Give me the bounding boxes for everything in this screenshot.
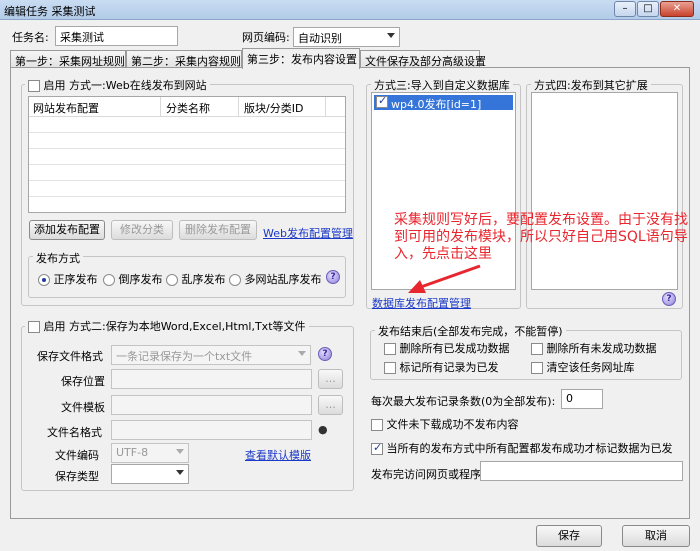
- encoding-select[interactable]: 自动识别: [293, 27, 400, 47]
- tab-file-advanced[interactable]: 文件保存及部分高级设置: [360, 50, 486, 68]
- info-icon[interactable]: ●: [318, 423, 328, 436]
- mode-multi-site-random[interactable]: 多网站乱序发布: [229, 271, 322, 287]
- table-row: [29, 181, 345, 197]
- mark-published-checkbox[interactable]: [384, 362, 396, 374]
- close-button[interactable]: ✕: [660, 1, 694, 17]
- after-visit-label: 发布完访问网页或程序: [371, 468, 481, 481]
- delete-success-checkbox[interactable]: [384, 343, 396, 355]
- edit-category-button[interactable]: 修改分类: [111, 220, 173, 240]
- chevron-down-icon: [176, 449, 184, 454]
- method2-title: 方式二:保存为本地Word,Excel,Html,Txt等文件: [69, 320, 306, 333]
- file-format-value: 一条记录保存为一个txt文件: [116, 350, 253, 363]
- encoding-value: 自动识别: [298, 32, 342, 45]
- chevron-down-icon: [387, 33, 395, 38]
- wp-publish-item-label: wp4.0发布[id=1]: [391, 98, 482, 111]
- option-delete-success[interactable]: 删除所有已发成功数据: [384, 340, 510, 356]
- delete-publish-config-button[interactable]: 删除发布配置: [179, 220, 257, 240]
- method4-title: 方式四:发布到其它扩展: [531, 77, 651, 93]
- browse-location-button[interactable]: ...: [318, 369, 343, 389]
- help-icon[interactable]: ?: [662, 292, 676, 306]
- list-item[interactable]: wp4.0发布[id=1]: [374, 94, 513, 111]
- chevron-down-icon: [298, 351, 306, 356]
- file-encoding-value: UTF-8: [116, 446, 149, 459]
- mode-reverse[interactable]: 倒序发布: [103, 271, 163, 287]
- browse-template-button[interactable]: ...: [318, 395, 343, 415]
- task-name-label: 任务名:: [12, 31, 49, 44]
- save-location-label: 保存位置: [61, 375, 105, 388]
- filename-format-label: 文件名格式: [47, 426, 102, 439]
- save-location-input[interactable]: [111, 369, 312, 389]
- option-mark-published[interactable]: 标记所有记录为已发: [384, 359, 499, 375]
- title-bar: 编辑任务 采集测试 – □ ✕: [0, 0, 700, 20]
- method1-enable-checkbox[interactable]: [28, 80, 40, 92]
- method1-enable-label: 启用: [43, 79, 66, 92]
- table-row: [29, 117, 345, 133]
- skip-failed-checkbox[interactable]: [371, 419, 383, 431]
- max-records-label: 每次最大发布记录条数(0为全部发布):: [371, 395, 556, 408]
- file-encoding-label: 文件编码: [55, 449, 99, 462]
- method1-legend: 启用 方式一:Web在线发布到网站: [25, 77, 210, 93]
- file-format-label: 保存文件格式: [37, 350, 103, 363]
- radio-sequential[interactable]: [38, 274, 50, 286]
- web-publish-config-link[interactable]: Web发布配置管理: [263, 225, 353, 241]
- tab-publish-settings[interactable]: 第三步：发布内容设置: [242, 48, 360, 69]
- col-category-id[interactable]: 版块/分类ID: [244, 100, 303, 116]
- wp-publish-checkbox[interactable]: [376, 94, 388, 108]
- filename-format-input[interactable]: [111, 420, 312, 440]
- mark-when-all-success-option[interactable]: 当所有的发布方式中所有配置都发布成功才标记数据为已发: [371, 440, 673, 456]
- chevron-down-icon: [176, 470, 184, 475]
- window-title: 编辑任务 采集测试: [4, 5, 96, 18]
- method2-enable-checkbox[interactable]: [28, 321, 40, 333]
- annotation-arrow-icon: [408, 264, 481, 293]
- publish-config-grid[interactable]: 网站发布配置 分类名称 版块/分类ID: [28, 96, 346, 213]
- mode-random[interactable]: 乱序发布: [166, 271, 226, 287]
- clear-url-library-checkbox[interactable]: [531, 362, 543, 374]
- file-format-select[interactable]: 一条记录保存为一个txt文件: [111, 345, 311, 365]
- table-row: [29, 165, 345, 181]
- col-category-name[interactable]: 分类名称: [166, 100, 210, 116]
- table-row: [29, 133, 345, 149]
- after-visit-input[interactable]: [480, 461, 683, 481]
- minimize-button[interactable]: –: [614, 1, 636, 17]
- option-delete-failed[interactable]: 删除所有未发成功数据: [531, 340, 657, 356]
- method3-title: 方式三:导入到自定义数据库: [371, 77, 513, 93]
- method2-legend: 启用 方式二:保存为本地Word,Excel,Html,Txt等文件: [25, 318, 309, 334]
- delete-failed-checkbox[interactable]: [531, 343, 543, 355]
- tab-url-rules[interactable]: 第一步：采集网址规则: [10, 50, 126, 68]
- skip-failed-option[interactable]: 文件未下载成功不发布内容: [371, 416, 519, 432]
- radio-random[interactable]: [166, 274, 178, 286]
- after-publish-title: 发布结束后(全部发布完成，不能暂停): [375, 323, 566, 339]
- option-clear-url-library[interactable]: 清空该任务网址库: [531, 359, 635, 375]
- col-site-config[interactable]: 网站发布配置: [33, 100, 99, 116]
- add-publish-config-button[interactable]: 添加发布配置: [29, 220, 105, 240]
- cancel-button[interactable]: 取消: [622, 525, 690, 547]
- mode-sequential[interactable]: 正序发布: [38, 271, 98, 287]
- method2-enable-label: 启用: [43, 320, 66, 333]
- task-name-input[interactable]: 采集测试: [55, 26, 178, 46]
- encoding-label: 网页编码:: [242, 31, 290, 44]
- save-button[interactable]: 保存: [536, 525, 602, 547]
- radio-reverse[interactable]: [103, 274, 115, 286]
- tab-content-rules[interactable]: 第二步：采集内容规则: [126, 50, 242, 68]
- file-template-label: 文件模板: [61, 401, 105, 414]
- view-default-template-link[interactable]: 查看默认模版: [245, 447, 311, 463]
- save-type-label: 保存类型: [55, 470, 99, 483]
- publish-mode-legend: 发布方式: [33, 250, 83, 266]
- method1-title: 方式一:Web在线发布到网站: [69, 79, 207, 92]
- help-icon[interactable]: ?: [326, 270, 340, 284]
- radio-multi-site-random[interactable]: [229, 274, 241, 286]
- save-type-select[interactable]: [111, 464, 189, 484]
- grid-header: 网站发布配置 分类名称 版块/分类ID: [29, 97, 345, 117]
- annotation-text: 采集规则写好后，要配置发布设置。由于没有找到可用的发布模块，所以只好自己用SQL…: [394, 212, 688, 262]
- mark-when-all-success-checkbox[interactable]: [371, 441, 383, 455]
- file-template-input[interactable]: [111, 395, 312, 415]
- file-encoding-select[interactable]: UTF-8: [111, 443, 189, 463]
- max-records-input[interactable]: 0: [561, 389, 603, 409]
- help-icon[interactable]: ?: [318, 347, 332, 361]
- maximize-button[interactable]: □: [637, 1, 659, 17]
- table-row: [29, 149, 345, 165]
